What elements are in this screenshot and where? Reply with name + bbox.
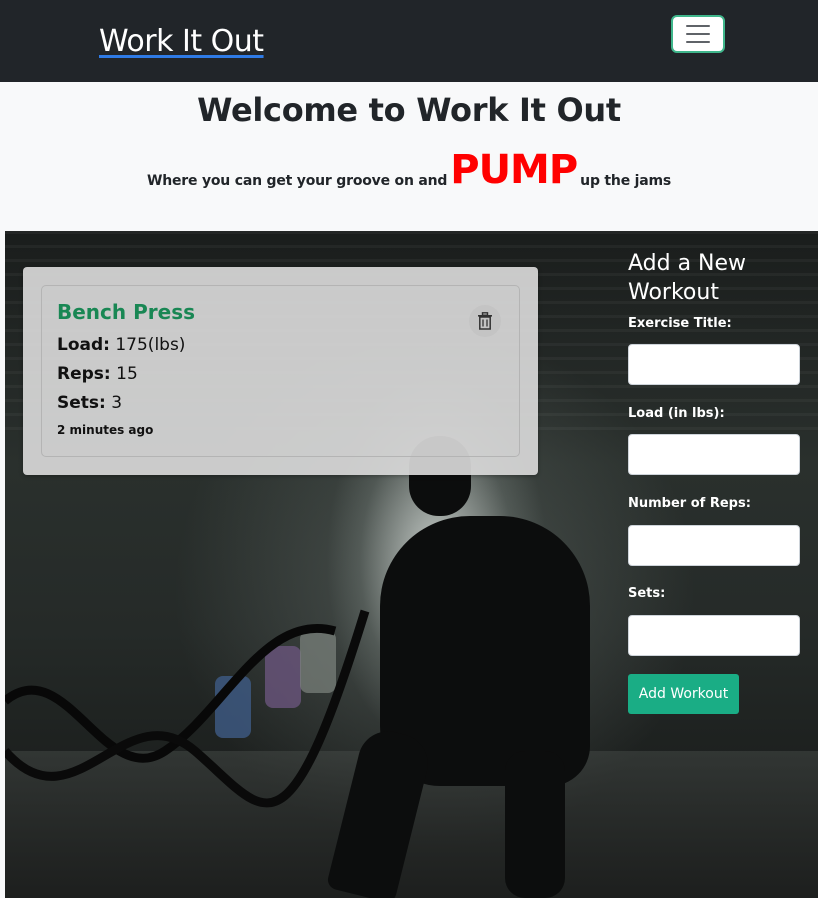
hamburger-menu-icon-bar bbox=[686, 33, 710, 35]
navbar: Work It Out bbox=[0, 0, 818, 82]
workout-timestamp: 2 minutes ago bbox=[57, 423, 154, 437]
tagline-highlight: PUMP bbox=[450, 147, 578, 193]
sets-label: Sets: bbox=[57, 393, 106, 413]
sets-label: Sets: bbox=[628, 586, 666, 601]
workout-area: Bench Press Load: 175(lbs) Reps: 15 Sets… bbox=[5, 231, 818, 898]
hamburger-menu-icon-bar bbox=[686, 41, 710, 43]
reps-label: Number of Reps: bbox=[628, 496, 751, 511]
brand-link[interactable]: Work It Out bbox=[99, 24, 264, 59]
form-title: Add a New Workout bbox=[628, 251, 747, 305]
load-value: 175(lbs) bbox=[115, 335, 186, 355]
exercise-title-input[interactable] bbox=[628, 344, 800, 385]
workout-title: Bench Press bbox=[57, 300, 195, 324]
exercise-title-label: Exercise Title: bbox=[628, 316, 732, 331]
tagline: Where you can get your groove on and PUM… bbox=[0, 148, 818, 192]
trash-icon bbox=[478, 312, 492, 330]
load-label: Load (in lbs): bbox=[628, 406, 725, 421]
load-label: Load: bbox=[57, 335, 110, 355]
hamburger-menu-button[interactable] bbox=[671, 15, 725, 53]
workout-load: Load: 175(lbs) bbox=[57, 335, 185, 355]
tagline-after: up the jams bbox=[580, 173, 672, 189]
hamburger-menu-icon bbox=[686, 25, 710, 27]
workout-reps: Reps: 15 bbox=[57, 364, 138, 384]
load-input[interactable] bbox=[628, 434, 800, 475]
workout-card: Bench Press Load: 175(lbs) Reps: 15 Sets… bbox=[41, 285, 520, 457]
reps-input[interactable] bbox=[628, 525, 800, 566]
sets-input[interactable] bbox=[628, 615, 800, 656]
sets-value: 3 bbox=[111, 393, 123, 413]
add-workout-form: Add a New Workout Exercise Title: Load (… bbox=[628, 249, 808, 714]
delete-workout-button[interactable] bbox=[469, 305, 501, 337]
page-title: Welcome to Work It Out bbox=[197, 91, 621, 129]
hero-section: Welcome to Work It Out Where you can get… bbox=[0, 82, 818, 231]
reps-value: 15 bbox=[116, 364, 138, 384]
workout-list: Bench Press Load: 175(lbs) Reps: 15 Sets… bbox=[23, 267, 538, 475]
workout-sets: Sets: 3 bbox=[57, 393, 122, 413]
tagline-before: Where you can get your groove on and bbox=[146, 173, 448, 189]
add-workout-button[interactable]: Add Workout bbox=[628, 674, 739, 714]
reps-label: Reps: bbox=[57, 364, 111, 384]
